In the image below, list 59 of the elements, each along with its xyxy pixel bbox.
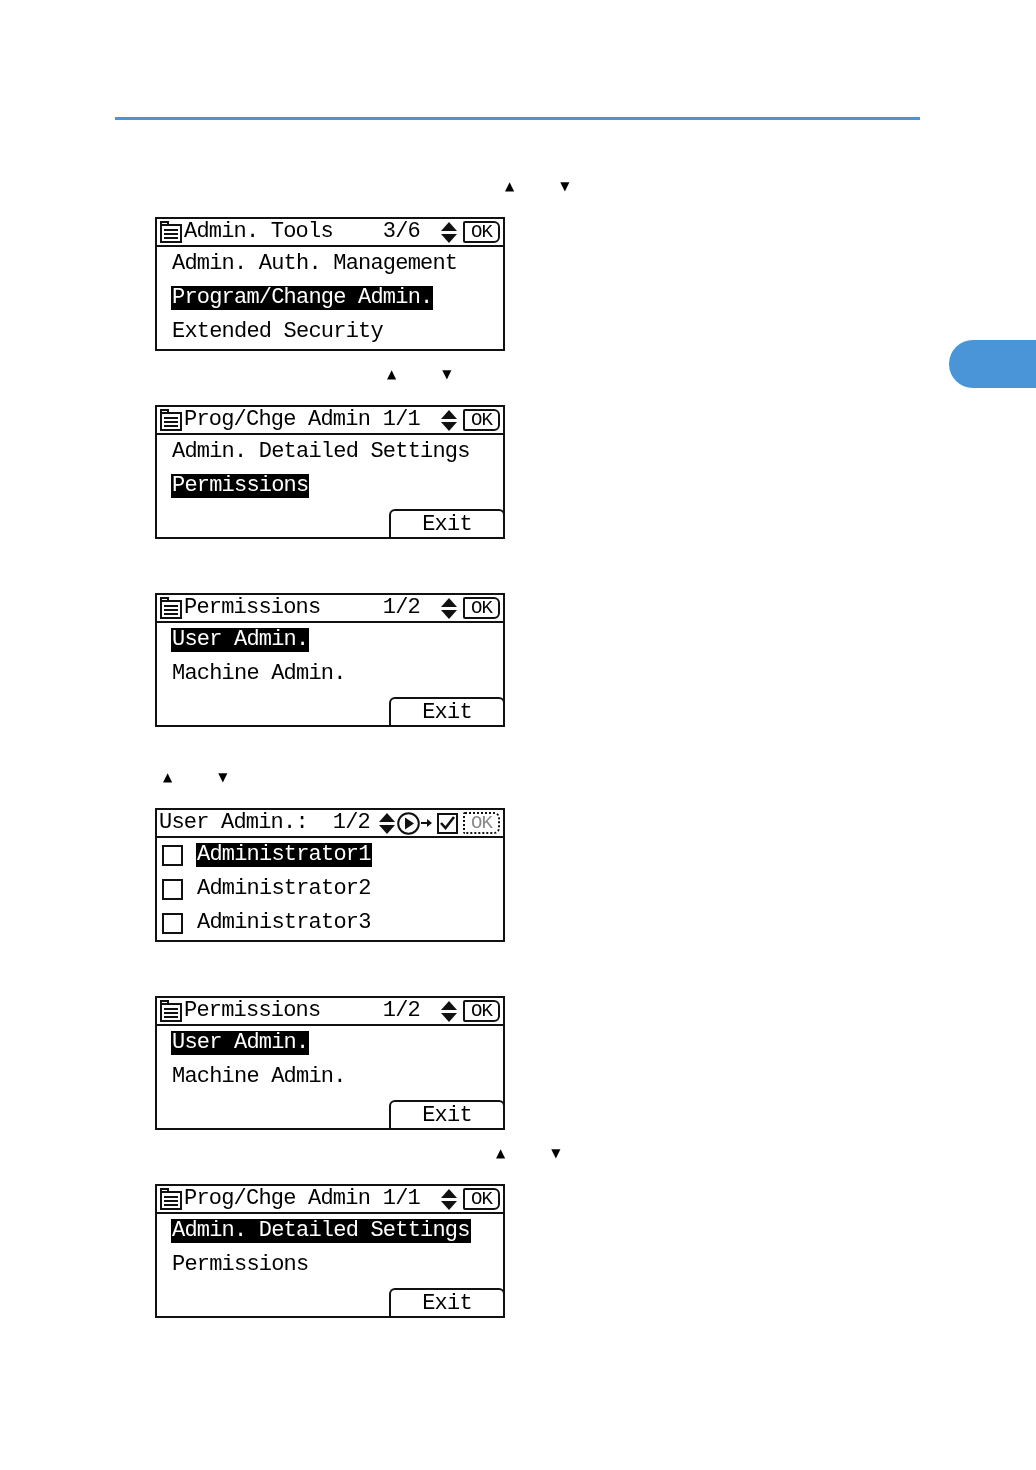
menu-item[interactable]: User Admin. [171,1031,310,1055]
ok-key[interactable]: OK [463,221,500,243]
menu-item[interactable]: Admin. Detailed Settings [171,440,471,464]
screen-title: User Admin.: [159,810,308,836]
arrow-key-symbol: ▼ [560,178,570,195]
arrow-key-symbol: ▲ [505,178,515,195]
menu-item[interactable]: Program/Change Admin. [171,286,434,310]
arrow-key-symbol: ▲ [163,769,173,786]
up-down-arrow-icon [441,221,457,243]
menu-item[interactable]: Admin. Auth. Management [171,252,459,276]
page-counter: 1/1 [382,407,420,433]
up-down-arrow-icon [379,812,395,834]
menu-item[interactable]: Administrator2 [196,877,372,901]
screen-title: Prog/Chge Admin [184,1186,371,1212]
checked-box-icon [437,812,458,834]
list-icon [160,409,182,431]
list-icon [160,221,182,243]
menu-item[interactable]: Permissions [171,474,310,498]
ok-key[interactable]: OK [463,409,500,431]
arrow-key-symbol: ▼ [551,1145,561,1162]
ok-key[interactable]: OK [463,597,500,619]
soft-key[interactable]: Exit [389,509,505,537]
menu-item[interactable]: Administrator1 [196,843,372,867]
soft-key[interactable]: Exit [389,1288,505,1316]
screen-title: Prog/Chge Admin [184,407,371,433]
screen-title: Permissions [184,595,321,621]
checkbox[interactable] [162,844,183,866]
up-down-arrow-icon [441,1000,457,1022]
list-icon [160,597,182,619]
menu-item[interactable]: Administrator3 [196,911,372,935]
page-counter: 1/2 [382,595,420,621]
menu-item[interactable]: Machine Admin. [171,1065,347,1089]
page-counter: 1/2 [332,810,370,836]
checkbox[interactable] [162,912,183,934]
menu-item[interactable]: Extended Security [171,320,384,344]
arrow-key-symbol: ▲ [387,366,397,383]
up-down-arrow-icon [441,597,457,619]
ok-key[interactable]: OK [463,1188,500,1210]
up-down-arrow-icon [441,409,457,431]
page-counter: 3/6 [382,219,420,245]
soft-key[interactable]: Exit [389,697,505,725]
checkbox[interactable] [162,878,183,900]
page-counter: 1/2 [382,998,420,1024]
list-icon [160,1000,182,1022]
soft-key[interactable]: Exit [389,1100,505,1128]
screen-title: Permissions [184,998,321,1024]
arrow-right-icon [421,818,432,828]
menu-item[interactable]: Permissions [171,1253,310,1277]
arrow-key-symbol: ▼ [218,769,228,786]
up-down-arrow-icon [441,1188,457,1210]
arrow-key-symbol: ▲ [496,1145,506,1162]
list-icon [160,1188,182,1210]
ok-key[interactable]: OK [463,1000,500,1022]
arrow-key-symbol: ▼ [442,366,452,383]
screen-title: Admin. Tools [184,219,333,245]
menu-item[interactable]: User Admin. [171,628,310,652]
menu-item[interactable]: Admin. Detailed Settings [171,1219,471,1243]
menu-item[interactable]: Machine Admin. [171,662,347,686]
page-counter: 1/1 [382,1186,420,1212]
